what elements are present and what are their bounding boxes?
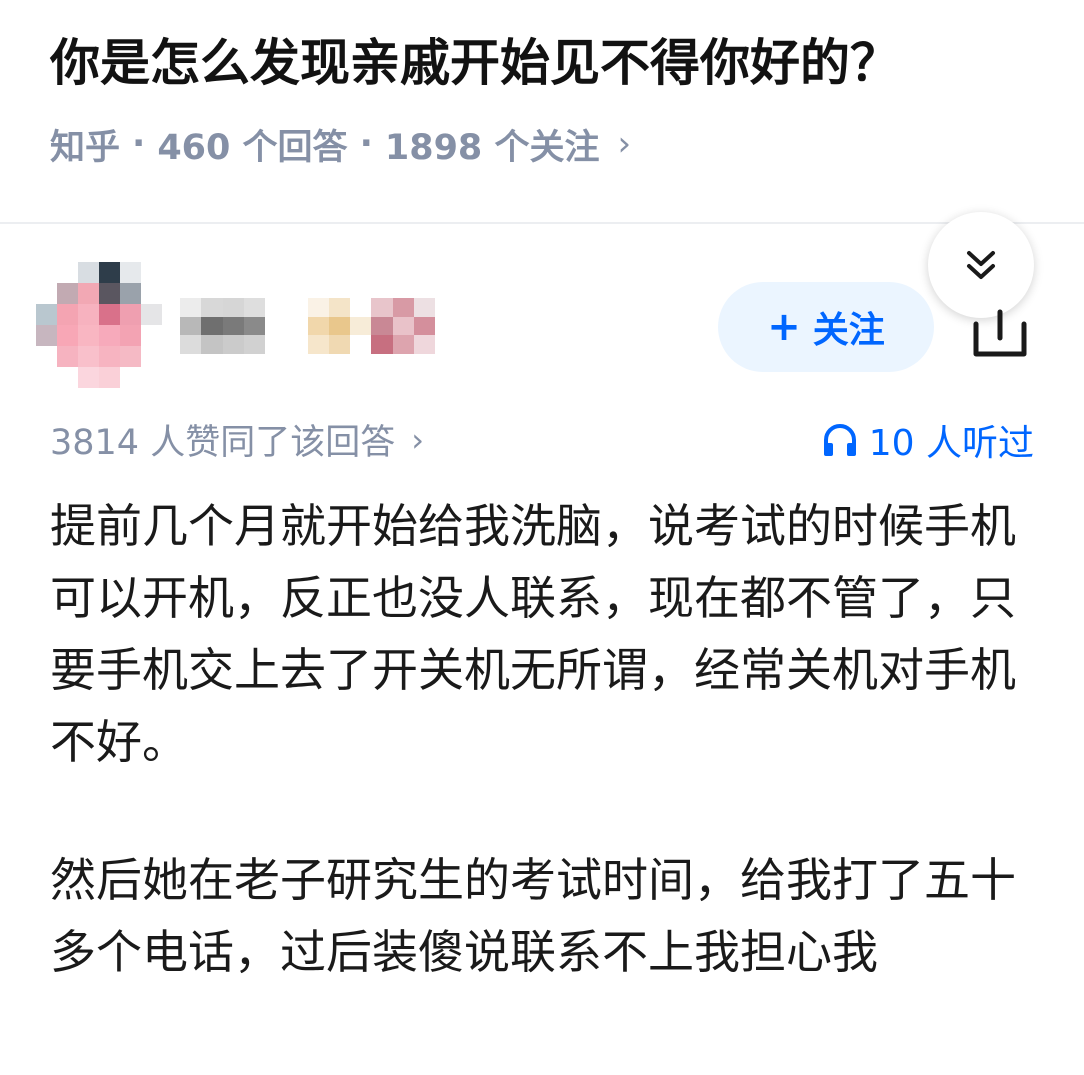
- listen-count-text: 10 人听过: [868, 423, 1034, 464]
- share-icon[interactable]: [970, 308, 1030, 360]
- plus-icon: +: [767, 304, 801, 350]
- author-name[interactable]: [180, 298, 435, 354]
- headphones-icon: [823, 424, 856, 456]
- divider: [0, 222, 1084, 224]
- answer-body[interactable]: 提前几个月就开始给我洗脑，说考试的时候手机可以开机，反正也没人联系，现在都不管了…: [50, 490, 1040, 988]
- meta-separator: ·: [132, 124, 146, 164]
- follow-button[interactable]: + 关注: [718, 282, 934, 372]
- follow-label: 关注: [812, 310, 885, 351]
- avatar[interactable]: [36, 262, 162, 388]
- chevron-right-icon: ›: [411, 420, 424, 459]
- upvote-count-text: 3814 人赞同了该回答: [50, 423, 396, 463]
- double-chevron-down-icon: [967, 251, 995, 279]
- answer-count: 460 个回答: [157, 127, 348, 168]
- answer-paragraph: 提前几个月就开始给我洗脑，说考试的时候手机可以开机，反正也没人联系，现在都不管了…: [50, 499, 1016, 769]
- answer-paragraph: 然后她在老子研究生的考试时间，给我打了五十多个电话，过后装傻说联系不上我担心我: [50, 853, 1016, 979]
- question-meta[interactable]: 知乎 · 460 个回答 · 1898 个关注 ›: [50, 118, 631, 170]
- meta-separator: ·: [359, 124, 373, 164]
- source-label: 知乎: [50, 127, 121, 168]
- collapse-button[interactable]: [928, 212, 1034, 318]
- upvote-summary[interactable]: 3814 人赞同了该回答 ›: [50, 414, 424, 465]
- chevron-right-icon: ›: [617, 124, 632, 164]
- listen-count[interactable]: 10 人听过: [821, 414, 1034, 466]
- follower-count: 1898 个关注: [384, 127, 600, 168]
- question-title[interactable]: 你是怎么发现亲戚开始见不得你好的？: [50, 30, 1040, 96]
